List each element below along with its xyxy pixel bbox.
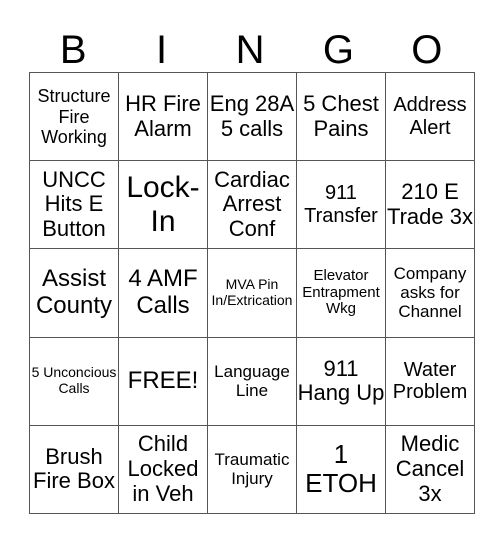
bingo-cell[interactable]: Eng 28A 5 calls	[207, 71, 297, 162]
grid-row: Brush Fire Box Child Locked in Veh Traum…	[29, 424, 475, 515]
bingo-cell[interactable]: Water Problem	[385, 336, 475, 426]
bingo-cell[interactable]: Traumatic Injury	[207, 424, 297, 515]
header-letter-n: N	[235, 28, 265, 72]
bingo-cell[interactable]: Child Locked in Veh	[118, 424, 208, 515]
bingo-cell[interactable]: Cardiac Arrest Conf	[207, 160, 297, 250]
bingo-cell[interactable]: Brush Fire Box	[29, 424, 119, 515]
bingo-cell[interactable]: MVA Pin In/Extrication	[207, 248, 297, 338]
bingo-cell[interactable]: 210 E Trade 3x	[385, 160, 475, 250]
bingo-cell-free[interactable]: FREE!	[118, 336, 208, 426]
bingo-cell[interactable]: Assist County	[29, 248, 119, 338]
header-letter-b: B	[59, 28, 87, 72]
bingo-cell[interactable]: Lock-In	[118, 160, 208, 250]
bingo-cell[interactable]: Medic Cancel 3x	[385, 424, 475, 515]
bingo-cell[interactable]: 911 Transfer	[296, 160, 386, 250]
bingo-cell[interactable]: Language Line	[207, 336, 297, 426]
bingo-cell[interactable]: Elevator Entrapment Wkg	[296, 248, 386, 338]
bingo-cell[interactable]: 5 Unconcious Calls	[29, 336, 119, 426]
bingo-cell[interactable]: UNCC Hits E Button	[29, 160, 119, 250]
bingo-cell[interactable]: HR Fire Alarm	[118, 71, 208, 162]
grid-row: Structure Fire Working HR Fire Alarm Eng…	[29, 71, 475, 162]
bingo-header: B I N G O	[29, 28, 471, 72]
grid-row: 5 Unconcious Calls FREE! Language Line 9…	[29, 336, 475, 426]
bingo-cell[interactable]: Structure Fire Working	[29, 71, 119, 162]
bingo-cell[interactable]: 1 ETOH	[296, 424, 386, 515]
bingo-cell[interactable]: 4 AMF Calls	[118, 248, 208, 338]
bingo-grid: Structure Fire Working HR Fire Alarm Eng…	[29, 71, 475, 515]
bingo-cell[interactable]: Company asks for Channel	[385, 248, 475, 338]
header-letter-o: O	[411, 28, 443, 72]
grid-row: UNCC Hits E Button Lock-In Cardiac Arres…	[29, 160, 475, 250]
bingo-cell[interactable]: 911 Hang Up	[296, 336, 386, 426]
bingo-cell[interactable]: Address Alert	[385, 71, 475, 162]
grid-row: Assist County 4 AMF Calls MVA Pin In/Ext…	[29, 248, 475, 338]
header-letter-i: I	[156, 28, 168, 72]
bingo-cell[interactable]: 5 Chest Pains	[296, 71, 386, 162]
header-letter-g: G	[322, 28, 354, 72]
